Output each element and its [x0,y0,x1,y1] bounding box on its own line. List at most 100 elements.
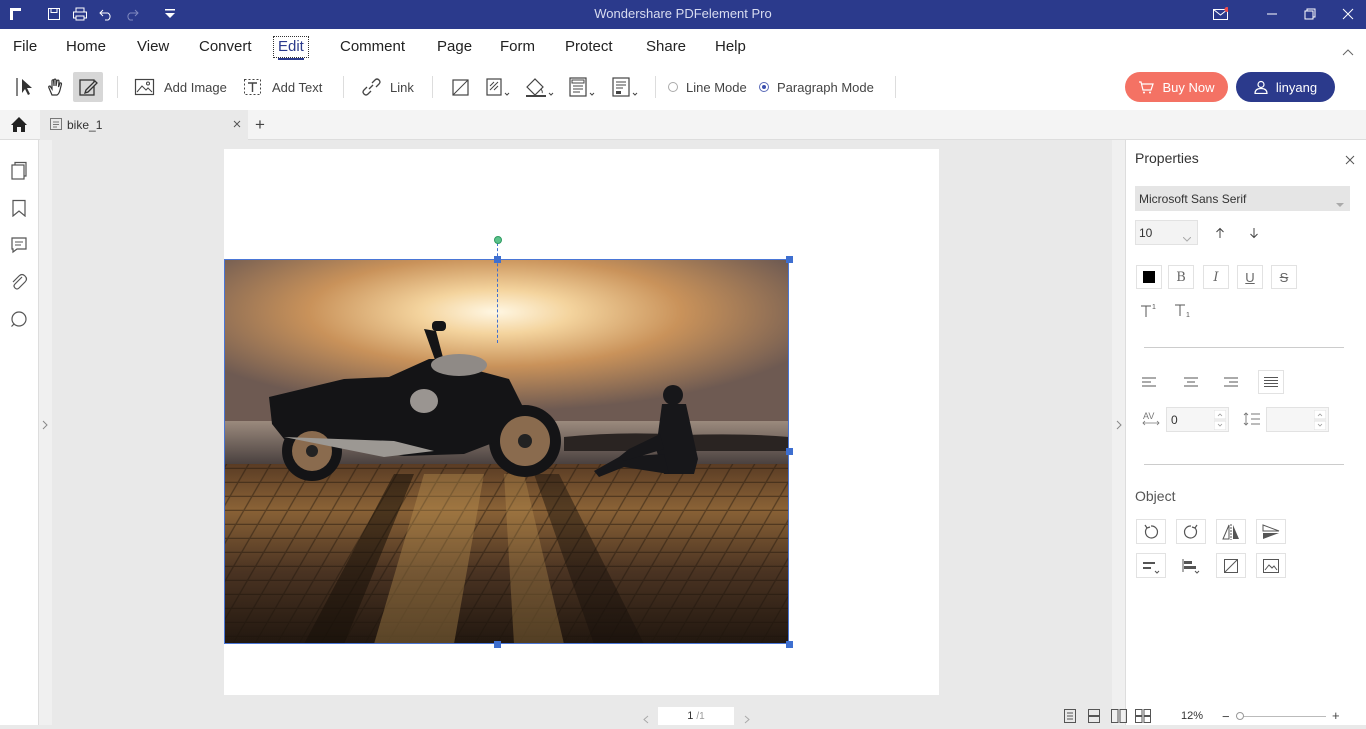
paragraph-mode-radio[interactable]: Paragraph Mode [759,72,874,102]
new-tab-button[interactable]: + [255,115,265,135]
menu-view[interactable]: View [133,37,173,57]
strikethrough-button[interactable]: S [1271,265,1297,289]
align-center-button[interactable] [1178,370,1204,394]
align-right-button[interactable] [1218,370,1244,394]
bookmark-icon[interactable] [9,198,29,218]
two-page-continuous-view-icon[interactable] [1135,709,1151,728]
character-spacing-input[interactable]: 0 [1166,407,1229,432]
left-panel-toggle[interactable] [39,140,52,725]
line-spacing-input[interactable] [1266,407,1329,432]
attachment-icon[interactable] [9,272,29,292]
align-justify-button[interactable] [1258,370,1284,394]
thumbnails-icon[interactable] [9,161,29,181]
menu-comment[interactable]: Comment [336,37,409,57]
link-button[interactable]: Link [360,72,414,102]
user-account-button[interactable]: linyang [1236,72,1335,102]
menu-page[interactable]: Page [433,37,476,57]
document-tab[interactable]: bike_1 [40,110,248,140]
header-footer-dropdown-icon[interactable] [568,72,596,102]
title-bar: Wondershare PDFelement Pro [0,0,1366,29]
continuous-view-icon[interactable] [1087,709,1101,728]
italic-icon: I [1213,269,1219,285]
align-left-button[interactable] [1136,370,1162,394]
superscript-button[interactable]: 1 [1136,298,1162,322]
flip-horizontal-button[interactable] [1216,519,1246,544]
home-icon[interactable] [10,116,28,138]
font-size-select[interactable]: 10 [1135,220,1198,245]
resize-handle-right[interactable] [786,448,793,455]
zoom-in-icon[interactable]: + [1332,708,1340,723]
line-mode-radio[interactable]: Line Mode [668,72,747,102]
search-icon[interactable] [9,309,29,329]
spin-stepper-icon[interactable] [1214,410,1226,430]
zoom-level-select[interactable]: 12% [1168,707,1216,725]
arrow-up-icon [1216,227,1224,238]
subscript-button[interactable]: 1 [1170,298,1196,322]
buy-now-label: Buy Now [1162,79,1215,95]
italic-button[interactable]: I [1203,265,1229,289]
replace-image-button[interactable] [1256,553,1286,578]
minimize-icon[interactable] [1264,6,1280,22]
bates-number-dropdown-icon[interactable] [611,72,639,102]
rotate-right-button[interactable] [1176,519,1206,544]
comments-icon[interactable] [9,235,29,255]
two-page-view-icon[interactable] [1111,709,1127,728]
menu-file[interactable]: File [9,37,41,57]
menu-home[interactable]: Home [62,37,110,57]
single-page-view-icon[interactable] [1063,709,1077,728]
resize-handle-bottom-right[interactable] [786,641,793,648]
font-size-value: 10 [1139,225,1153,240]
decrease-font-size-button[interactable] [1241,221,1267,245]
menu-share[interactable]: Share [642,37,690,57]
distribute-objects-icon [1182,558,1200,574]
edit-object-tool-icon[interactable] [73,72,103,102]
resize-handle-top[interactable] [494,256,501,263]
rotate-handle[interactable] [494,236,502,244]
hand-tool-icon[interactable] [44,72,68,102]
close-properties-icon[interactable] [1345,152,1355,170]
close-window-icon[interactable] [1340,6,1356,22]
buy-now-button[interactable]: Buy Now [1125,72,1228,102]
selected-image-motorcycle-sunset[interactable] [224,259,789,644]
rotate-left-icon [1144,524,1159,539]
page-indicator[interactable]: 1 /1 [658,707,734,725]
pdf-file-icon [50,117,62,133]
menu-protect[interactable]: Protect [561,37,617,57]
background-dropdown-icon[interactable] [523,72,555,102]
resize-handle-top-right[interactable] [786,256,793,263]
window-title: Wondershare PDFelement Pro [594,6,772,21]
resize-handle-bottom[interactable] [494,641,501,648]
previous-page-icon[interactable] [643,711,649,729]
next-page-icon[interactable] [744,711,750,729]
menu-convert[interactable]: Convert [195,37,256,57]
text-color-button[interactable] [1136,265,1162,289]
font-family-select[interactable]: Microsoft Sans Serif [1135,186,1350,211]
align-objects-left-dropdown[interactable] [1136,553,1166,578]
maximize-icon[interactable] [1302,6,1318,22]
collapse-ribbon-icon[interactable] [1342,43,1354,61]
zoom-slider-thumb[interactable] [1236,712,1244,720]
menu-edit[interactable]: Edit [273,36,309,60]
add-text-button[interactable]: Add Text [242,72,322,102]
zoom-out-icon[interactable]: − [1222,709,1230,724]
flip-vertical-button[interactable] [1256,519,1286,544]
menu-help[interactable]: Help [711,37,750,57]
menu-form[interactable]: Form [496,37,539,57]
add-image-button[interactable]: Add Image [134,72,227,102]
distribute-objects-dropdown[interactable] [1176,553,1206,578]
spin-stepper-icon[interactable] [1313,409,1327,433]
increase-font-size-button[interactable] [1207,221,1233,245]
crop-tool-icon[interactable] [450,72,472,102]
rotate-left-button[interactable] [1136,519,1166,544]
mail-notification-icon[interactable] [1212,6,1228,22]
motorcycle-sunset-image [224,259,789,644]
zoom-slider-track[interactable] [1236,716,1326,717]
underline-button[interactable]: U [1237,265,1263,289]
crop-image-button[interactable] [1216,553,1246,578]
bold-button[interactable]: B [1168,265,1194,289]
watermark-dropdown-icon[interactable] [485,72,511,102]
select-tool-icon[interactable] [12,72,36,102]
close-tab-icon[interactable] [232,118,242,132]
line-mode-label: Line Mode [686,79,747,95]
right-panel-toggle[interactable] [1112,140,1125,725]
